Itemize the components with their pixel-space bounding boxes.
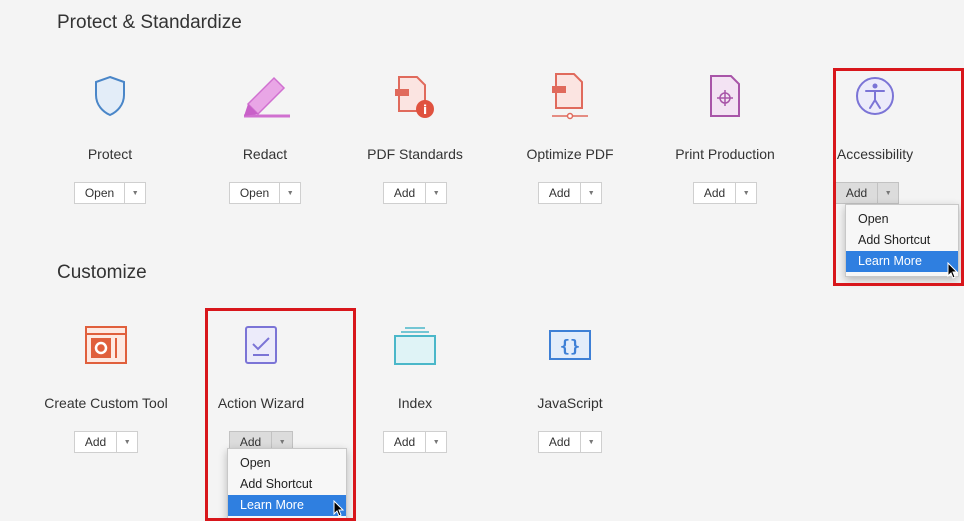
chevron-down-icon[interactable]: ▼ [425, 432, 446, 452]
tool-javascript[interactable]: {} JavaScript Add ▼ [495, 321, 645, 453]
svg-text:{}: {} [560, 337, 580, 357]
optimize-pdf-icon [495, 72, 645, 120]
section-title-protect: Protect & Standardize [57, 12, 242, 33]
pdf-standards-icon: i [340, 72, 490, 120]
tool-name: JavaScript [537, 395, 603, 411]
add-button[interactable]: Add [694, 183, 735, 203]
tool-name: Create Custom Tool [44, 395, 168, 411]
index-icon [340, 321, 490, 369]
add-split-button[interactable]: Add ▼ [537, 431, 603, 453]
chevron-down-icon[interactable]: ▼ [124, 183, 145, 203]
add-split-button[interactable]: Add ▼ [382, 182, 448, 204]
add-split-button[interactable]: Add ▼ [73, 431, 139, 453]
open-split-button[interactable]: Open ▼ [73, 182, 147, 204]
tool-name: PDF Standards [367, 146, 463, 162]
section-title-customize: Customize [57, 262, 147, 283]
add-split-button[interactable]: Add ▼ [692, 182, 758, 204]
chevron-down-icon[interactable]: ▼ [580, 183, 601, 203]
highlight-box-accessibility [833, 68, 964, 286]
add-split-button[interactable]: Add ▼ [537, 182, 603, 204]
add-button[interactable]: Add [384, 183, 425, 203]
add-split-button[interactable]: Add ▼ [382, 431, 448, 453]
highlight-box-action-wizard [205, 308, 356, 521]
tool-name: Optimize PDF [526, 146, 614, 162]
svg-text:i: i [423, 103, 427, 117]
custom-tool-icon [31, 321, 181, 369]
tool-name: Redact [242, 146, 288, 162]
tool-print-production[interactable]: Print Production Add ▼ [650, 72, 800, 204]
tool-index[interactable]: Index Add ▼ [340, 321, 490, 453]
add-button[interactable]: Add [384, 432, 425, 452]
javascript-icon: {} [495, 321, 645, 369]
tool-name: Protect [87, 146, 133, 162]
add-button[interactable]: Add [75, 432, 116, 452]
print-production-icon [650, 72, 800, 120]
tool-redact[interactable]: Redact Open ▼ [190, 72, 340, 204]
add-button[interactable]: Add [539, 432, 580, 452]
tool-name: Print Production [675, 146, 775, 162]
chevron-down-icon[interactable]: ▼ [116, 432, 137, 452]
open-split-button[interactable]: Open ▼ [228, 182, 302, 204]
tool-create-custom-tool[interactable]: Create Custom Tool Add ▼ [31, 321, 181, 453]
tool-optimize-pdf[interactable]: Optimize PDF Add ▼ [495, 72, 645, 204]
redact-marker-icon [190, 72, 340, 120]
chevron-down-icon[interactable]: ▼ [735, 183, 756, 203]
chevron-down-icon[interactable]: ▼ [580, 432, 601, 452]
chevron-down-icon[interactable]: ▼ [425, 183, 446, 203]
tool-protect[interactable]: Protect Open ▼ [35, 72, 185, 204]
add-button[interactable]: Add [539, 183, 580, 203]
tool-name: Index [397, 395, 433, 411]
tool-pdf-standards[interactable]: i PDF Standards Add ▼ [340, 72, 490, 204]
chevron-down-icon[interactable]: ▼ [279, 183, 300, 203]
open-button[interactable]: Open [230, 183, 279, 203]
open-button[interactable]: Open [75, 183, 124, 203]
shield-icon [35, 72, 185, 120]
